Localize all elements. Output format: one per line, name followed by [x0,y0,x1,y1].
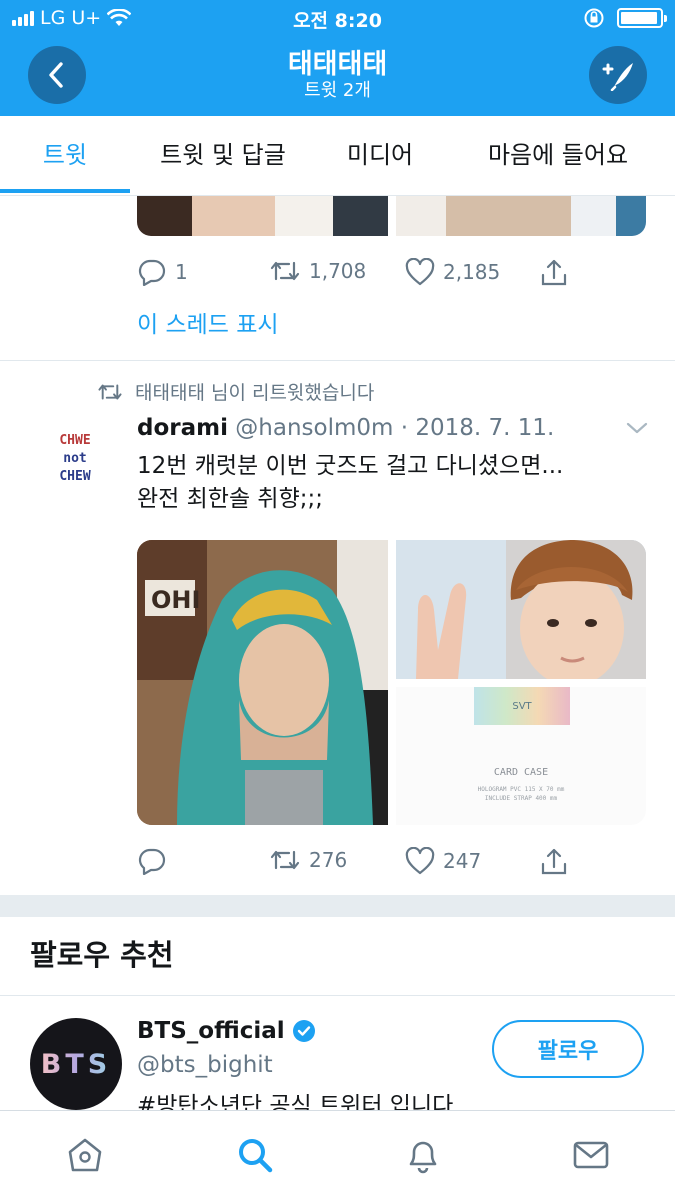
tweet-divider [0,360,675,361]
heart-icon [405,847,435,875]
home-tab[interactable] [63,1133,107,1177]
retweet-context: 태태태태 님이 리트윗했습니다 [97,378,374,405]
compose-tweet-icon [600,59,636,91]
retweet-icon [97,381,123,403]
chevron-down-icon [625,420,649,436]
search-tab[interactable] [233,1133,277,1177]
avatar-text-line: CHEW [59,469,91,484]
notifications-icon [403,1135,443,1175]
bts-logo: BTS [40,1048,112,1080]
profile-tabs: 트윗 트윗 및 답글 미디어 마음에 들어요 [0,116,675,196]
orientation-lock-icon [583,7,605,29]
messages-tab[interactable] [569,1133,613,1177]
avatar[interactable]: BTS [30,1018,122,1110]
author-name[interactable]: dorami [137,415,228,441]
notifications-tab[interactable] [401,1133,445,1177]
status-time: 오전 8:20 [293,10,382,32]
status-right [583,7,667,29]
tweet2-like-button[interactable]: 247 [405,847,481,875]
tweet1-like-count: 2,185 [443,260,501,284]
tweet-photo-card-case[interactable]: SVT CARD CASE HOLOGRAM PVC 115 X 70 mm I… [396,687,646,825]
tweet1-like-button[interactable]: 2,185 [405,258,500,286]
tweet-photo-peace-sign[interactable] [396,540,646,679]
status-bar: LG U+ 오전 8:20 [0,0,675,36]
tweet1-retweet-count: 1,708 [309,259,367,283]
follow-button[interactable]: 팔로우 [492,1020,644,1078]
tweet-text-line: 완전 최한솔 취향;;; [137,486,323,512]
avatar-text-line: CHWE [59,433,91,448]
retweet-icon [269,258,301,284]
tweet2-share-button[interactable] [539,847,569,877]
tweet2-reply-button[interactable] [137,847,175,875]
tweet-text: 12번 캐럿분 이번 굿즈도 걸고 다니셨으면... 완전 최한솔 취향;;; [137,450,637,516]
show-thread-link[interactable]: 이 스레드 표시 [137,305,279,339]
search-icon [235,1135,275,1175]
tweet1-retweet-button[interactable]: 1,708 [269,258,366,284]
tweet2-retweet-button[interactable]: 276 [269,847,347,873]
card-case-title: CARD CASE [493,767,549,778]
tweet-text-line: 12번 캐럿분 이번 굿즈도 걸고 다니셨으면... [137,453,564,479]
tweet-date: · 2018. 7. 11. [400,415,555,441]
retweeted-by-label: 태태태태 님이 리트윗했습니다 [135,382,375,404]
author-handle[interactable]: @hansolm0m [235,415,393,441]
bottom-tab-bar [0,1110,675,1200]
avatar-text-line: not [63,451,87,466]
tweet1-image-2[interactable] [396,196,646,236]
tweet1-reply-count: 1 [175,260,188,284]
suggested-account-name[interactable]: BTS_official [137,1018,315,1044]
tweet1-image-1[interactable] [137,196,388,236]
tab-likes[interactable]: 마음에 들어요 [470,116,646,194]
tweet2-retweet-count: 276 [309,848,348,872]
card-case-detail-line: HOLOGRAM PVC 115 X 70 mm [477,786,565,793]
battery-icon [617,8,667,28]
tweet2-like-count: 247 [443,849,482,873]
compose-button[interactable] [589,46,647,104]
tweet-photo-hoodie[interactable]: OHI [137,540,388,825]
section-separator [0,895,675,917]
home-icon [65,1135,105,1175]
heart-icon [405,258,435,286]
messages-icon [571,1135,611,1175]
card-case-detail-line: INCLUDE STRAP 400 mm [484,795,558,802]
card-case-hologram: SVT [474,687,570,725]
account-handle: @bts_bighit [137,1052,273,1078]
account-name: BTS_official [137,1018,285,1044]
tweet-media-grid: OHI SVT CARD CASE HOLOGRAM PVC 115 X 70 … [137,540,646,825]
tweet-menu-button[interactable] [625,420,649,440]
profile-header: 태태태태 트윗 2개 [0,36,675,116]
tweet-header: dorami @hansolm0m · 2018. 7. 11. [137,415,554,441]
tab-tweets-and-replies[interactable]: 트윗 및 답글 [145,116,301,194]
tweet1-reply-button[interactable]: 1 [137,258,188,286]
tab-media[interactable]: 미디어 [330,116,430,194]
reply-icon [137,847,167,875]
share-icon [539,258,569,288]
tab-tweets[interactable]: 트윗 [0,116,130,194]
follow-suggestions-title: 팔로우 추천 [30,938,174,972]
reply-icon [137,258,167,286]
tweet-count: 트윗 2개 [304,80,371,101]
verified-badge-icon [292,1020,315,1042]
card-case-details: HOLOGRAM PVC 115 X 70 mm INCLUDE STRAP 4… [396,785,646,803]
section-divider [0,995,675,996]
avatar[interactable]: CHWE not CHEW [40,424,110,494]
tweet1-share-button[interactable] [539,258,569,288]
share-icon [539,847,569,877]
active-tab-indicator [0,189,130,193]
retweet-icon [269,847,301,873]
svg-text:OHI: OHI [151,586,200,614]
